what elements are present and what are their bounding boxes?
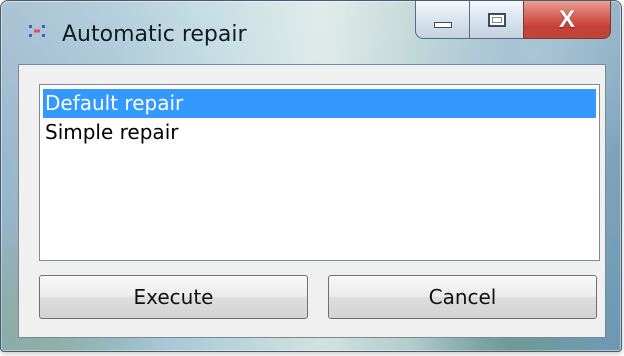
repair-icon [29, 25, 45, 37]
execute-button[interactable]: Execute [39, 275, 308, 319]
minimize-button[interactable] [415, 1, 470, 39]
repair-option-simple[interactable]: Simple repair [43, 118, 596, 147]
title-bar[interactable]: Automatic repair X [1, 1, 621, 64]
maximize-icon [487, 12, 506, 27]
repair-option-default[interactable]: Default repair [43, 89, 596, 118]
maximize-button[interactable] [469, 1, 524, 39]
window-controls: X [415, 1, 611, 39]
minimize-icon [433, 22, 452, 28]
repair-option-label: Simple repair [45, 120, 179, 144]
repair-options-list: Default repair Simple repair [40, 85, 599, 147]
automatic-repair-window: Automatic repair X Default repair Simple… [0, 0, 622, 352]
close-button[interactable]: X [523, 1, 611, 39]
dialog-content-panel: Default repair Simple repair Execute Can… [18, 64, 606, 338]
window-title: Automatic repair [62, 22, 247, 47]
cancel-button[interactable]: Cancel [328, 275, 597, 319]
repair-option-label: Default repair [45, 91, 184, 115]
close-icon: X [558, 5, 576, 33]
dialog-buttons: Execute Cancel [39, 275, 600, 319]
repair-options-listbox[interactable]: Default repair Simple repair [39, 84, 600, 261]
